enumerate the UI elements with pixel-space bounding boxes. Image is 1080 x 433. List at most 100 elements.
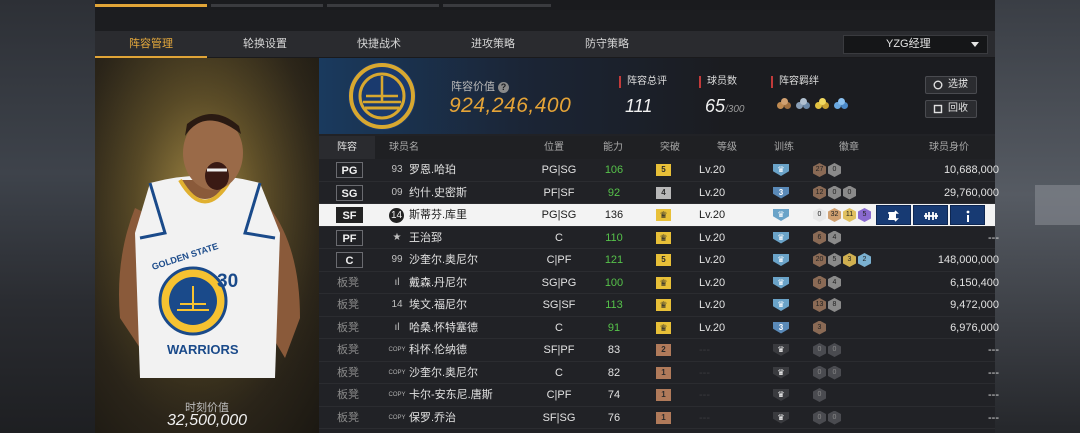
- player-ability: 76: [607, 411, 621, 424]
- player-ability: 92: [607, 186, 621, 199]
- recycle-button[interactable]: 回收: [925, 100, 977, 118]
- header-worth: 球员身价: [929, 142, 969, 153]
- team-dropdown-value: YZG经理: [886, 38, 931, 50]
- badge-hex-icon: 8: [828, 298, 841, 312]
- tab-defense[interactable]: 防守策略: [551, 31, 663, 58]
- arena-banner: [1035, 185, 1080, 225]
- table-row[interactable]: 板凳 COPY 卡尔-安东尼.唐斯 C|PF 74 1 --- ♛ 0 ---: [319, 384, 999, 407]
- position-slot[interactable]: C: [336, 252, 363, 268]
- navbar: 阵容管理 轮换设置 快捷战术 进攻策略 防守策略 YZG经理: [95, 31, 995, 58]
- background-left: [0, 0, 95, 433]
- badge-hex-icon: 12: [813, 185, 826, 200]
- bond-icon-4[interactable]: [834, 98, 849, 112]
- warriors-logo-icon: [348, 62, 416, 130]
- table-row[interactable]: 板凳 COPY 沙奎尔.奥尼尔 C 82 1 --- ♛ 0 0 ---: [319, 362, 999, 384]
- rating-label: 阵容总评: [619, 76, 667, 88]
- lineup-value: 924,246,400: [449, 94, 572, 117]
- badge-hex-icon: 3: [813, 320, 826, 335]
- badge-list: 0: [813, 388, 826, 402]
- player-worth: 29,760,000: [943, 186, 999, 199]
- bond-icon-1[interactable]: [777, 98, 792, 112]
- top-strip: [95, 0, 995, 10]
- table-row[interactable]: 板凳 COPY 科怀.伦纳德 SF|PF 83 2 --- ♛ 0 0 ---: [319, 339, 999, 362]
- bench-label: 板凳: [337, 276, 359, 289]
- badge-list: 00: [813, 410, 841, 425]
- tab-offense[interactable]: 进攻策略: [437, 31, 549, 58]
- player-count-max: /300: [725, 104, 745, 115]
- tab-quick-tactics[interactable]: 快捷战术: [323, 31, 435, 58]
- top-tab-4[interactable]: [443, 4, 551, 7]
- svg-text:WARRIORS: WARRIORS: [167, 342, 239, 357]
- stat-count: 球员数 65/300: [699, 76, 745, 117]
- table-row[interactable]: C 99 沙奎尔.奥尼尔 C|PF 121 5 Lv.20 ♛ 20 5 3 2 148,000,000: [319, 249, 999, 272]
- badge-hex-icon: 6: [813, 275, 826, 290]
- swap-button[interactable]: [876, 205, 911, 225]
- player-ability: 113: [605, 299, 623, 311]
- header-pos: 位置: [544, 142, 564, 153]
- table-row[interactable]: SF 14 斯蒂芬.库里 PG|SG 136 ♛ Lv.20 ♛ 0 32 11 5: [319, 204, 995, 227]
- player-ability: 106: [604, 164, 624, 176]
- badge-list: 64: [813, 275, 841, 290]
- bond-icon-2[interactable]: [796, 98, 811, 112]
- badge-list: 3: [813, 320, 826, 335]
- select-button[interactable]: 选拔: [925, 76, 977, 94]
- position-slot[interactable]: SF: [336, 207, 363, 223]
- dumbbell-icon: [924, 212, 938, 220]
- player-worth: ---: [988, 411, 999, 424]
- break-level: 5: [656, 164, 671, 176]
- player-level: ---: [699, 411, 710, 424]
- table-row[interactable]: 板凳 ıl 戴森.丹尼尔 SG|PG 100 ♛ Lv.20 ♛ 6 4 6,150,400: [319, 272, 999, 294]
- player-name: 沙奎尔.奥尼尔: [409, 254, 479, 266]
- position-slot[interactable]: PG: [336, 162, 363, 178]
- player-level: Lv.20: [699, 164, 726, 176]
- player-number: 14: [391, 299, 403, 310]
- player-number: COPY: [388, 369, 406, 376]
- top-tab-1[interactable]: [95, 4, 207, 7]
- table-row[interactable]: 板凳 14 埃文.福尼尔 SG|SF 113 ♛ Lv.20 ♛ 13 8 9,472,000: [319, 294, 999, 317]
- tab-lineup[interactable]: 阵容管理: [95, 31, 207, 58]
- bench-label: 板凳: [337, 411, 359, 424]
- stat-rating: 阵容总评 111: [619, 76, 667, 117]
- player-number: ıl: [394, 276, 400, 288]
- table-row[interactable]: 板凳 ıl 哈桑.怀特塞德 C 91 ♛ Lv.20 3 3 6,976,000: [319, 317, 999, 339]
- tab-rotation[interactable]: 轮换设置: [209, 31, 321, 58]
- bond-icon-3[interactable]: [815, 98, 830, 112]
- player-level: Lv.20: [699, 231, 726, 244]
- player-name: 罗恩.哈珀: [409, 164, 457, 176]
- player-count-label: 球员数: [699, 76, 745, 88]
- badge-hex-icon: 0: [828, 343, 841, 357]
- team-dropdown[interactable]: YZG经理: [843, 35, 988, 54]
- player-ability: 110: [605, 231, 623, 244]
- shield-icon: ♛: [773, 344, 789, 356]
- top-tab-2[interactable]: [211, 4, 323, 7]
- table-row[interactable]: SG 09 约什.史密斯 PF|SF 92 4 Lv.20 3 12 0 0 29,760,000: [319, 182, 999, 204]
- info-icon: [966, 210, 970, 222]
- player-name: 科怀.伦纳德: [409, 344, 468, 356]
- player-worth: 6,150,400: [950, 276, 999, 289]
- bench-label: 板凳: [337, 366, 359, 379]
- position-slot[interactable]: PF: [336, 229, 363, 246]
- top-tab-3[interactable]: [327, 4, 439, 7]
- header-lineup[interactable]: 阵容: [319, 136, 375, 159]
- player-worth: 9,472,000: [950, 299, 999, 311]
- info-button[interactable]: [950, 205, 985, 225]
- table-row[interactable]: 板凳 COPY 保罗.乔治 SF|SG 76 1 --- ♛ 0 0 ---: [319, 407, 999, 429]
- crown-icon: ♛: [656, 231, 671, 244]
- table-row[interactable]: PF ★ 王治郅 C 110 ♛ Lv.20 ♛ 6 4 ---: [319, 227, 999, 249]
- help-icon[interactable]: ?: [498, 82, 509, 93]
- player-worth: 6,976,000: [950, 321, 999, 334]
- position-slot[interactable]: SG: [336, 184, 363, 201]
- badge-hex-icon: 4: [828, 275, 841, 290]
- badge-list: 20 5 3 2: [813, 253, 871, 267]
- header-train: 训练: [774, 142, 794, 153]
- bond-icons[interactable]: [771, 98, 849, 112]
- player-number: 93: [391, 164, 403, 175]
- table-row[interactable]: PG 93 罗恩.哈珀 PG|SG 106 5 Lv.20 ♛ 27 0 10,688,000: [319, 159, 999, 182]
- badge-hex-icon: 0: [813, 343, 826, 357]
- player-ability: 136: [604, 209, 624, 221]
- player-level: Lv.20: [699, 254, 726, 266]
- header-break: 突破: [660, 142, 680, 153]
- dumbbell-button[interactable]: [913, 205, 948, 225]
- crown-icon: ♛: [656, 321, 671, 334]
- badge-list: 00: [813, 365, 841, 380]
